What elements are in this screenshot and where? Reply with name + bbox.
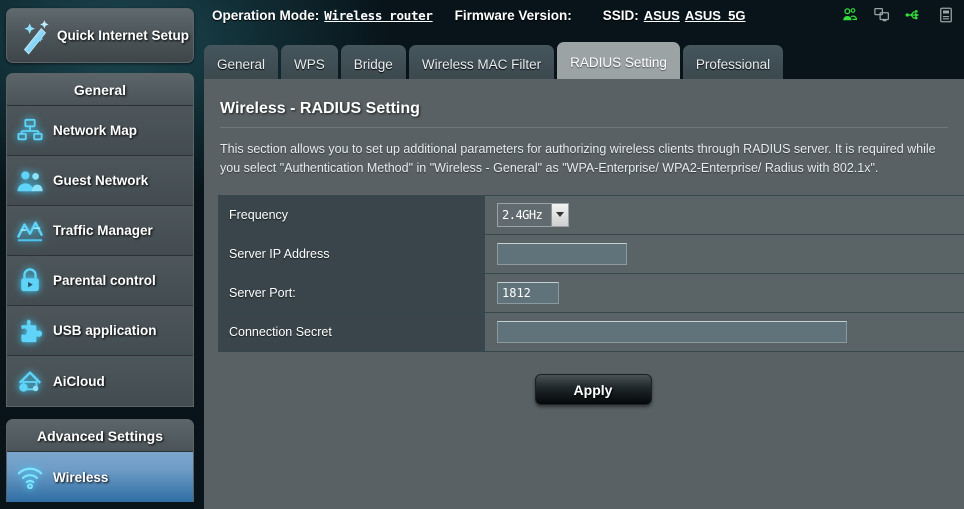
sidebar-item-guest-network[interactable]: Guest Network bbox=[7, 156, 193, 206]
aicloud-icon bbox=[7, 368, 53, 394]
sidebar-item-aicloud[interactable]: AiCloud bbox=[7, 356, 193, 406]
frequency-value-cell: 2.4GHz bbox=[484, 194, 964, 235]
usb-application-icon bbox=[7, 317, 53, 344]
sidebar: Quick Internet Setup General Network Map bbox=[0, 0, 200, 509]
table-row-connection-secret: Connection Secret bbox=[218, 311, 964, 352]
firmware-version-group: Firmware Version: bbox=[455, 8, 577, 23]
ssid-label: SSID: bbox=[602, 7, 639, 23]
table-row-server-port: Server Port: bbox=[218, 272, 964, 313]
sidebar-item-label: Traffic Manager bbox=[53, 223, 153, 238]
operation-mode-label: Operation Mode: bbox=[212, 7, 320, 23]
sidebar-item-label: Wireless bbox=[53, 469, 109, 485]
sidebar-item-traffic-manager[interactable]: Traffic Manager bbox=[7, 206, 193, 256]
wireless-icon bbox=[7, 465, 53, 489]
sidebar-item-label: Guest Network bbox=[53, 173, 149, 188]
traffic-manager-icon bbox=[7, 219, 53, 243]
section-description: This section allows you to set up additi… bbox=[220, 142, 936, 176]
sidebar-advanced-header: Advanced Settings bbox=[7, 420, 193, 452]
sidebar-item-label: Parental control bbox=[53, 273, 156, 288]
sidebar-item-label: Network Map bbox=[53, 123, 138, 138]
parental-control-icon bbox=[7, 267, 53, 294]
clients-icon[interactable] bbox=[840, 6, 860, 24]
sidebar-advanced-section: Advanced Settings Wireless bbox=[6, 419, 194, 502]
sidebar-item-usb-application[interactable]: USB application bbox=[7, 306, 193, 356]
tab-professional[interactable]: Professional bbox=[682, 45, 784, 83]
server-port-label: Server Port: bbox=[218, 272, 485, 313]
sidebar-item-network-map[interactable]: Network Map bbox=[7, 106, 193, 156]
ssid-group: SSID: ASUS ASUS_5G bbox=[603, 8, 746, 23]
server-ip-value-cell bbox=[484, 233, 964, 274]
apply-button-row: Apply bbox=[218, 373, 964, 405]
page-title: Wireless - RADIUS Setting bbox=[220, 100, 420, 117]
table-row-frequency: Frequency 2.4GHz bbox=[218, 194, 964, 235]
quick-internet-setup-label: Quick Internet Setup bbox=[57, 27, 190, 43]
sidebar-general-header: General bbox=[7, 74, 193, 106]
operation-mode-group: Operation Mode: Wireless router bbox=[212, 8, 433, 23]
apply-button[interactable]: Apply bbox=[534, 373, 652, 405]
network-map-icon bbox=[7, 118, 53, 144]
sidebar-item-label: AiCloud bbox=[53, 373, 105, 389]
radius-settings-table: Frequency 2.4GHz Server IP Address Serve… bbox=[218, 194, 964, 352]
tab-wireless-mac-filter[interactable]: Wireless MAC Filter bbox=[408, 45, 555, 83]
printer-icon[interactable] bbox=[936, 6, 956, 24]
tab-wps[interactable]: WPS bbox=[281, 45, 338, 83]
server-ip-input[interactable] bbox=[497, 242, 627, 265]
quick-internet-setup-button[interactable]: Quick Internet Setup bbox=[6, 8, 194, 63]
tab-bar: General WPS Bridge Wireless MAC Filter R… bbox=[204, 38, 784, 83]
ssid-secondary-value[interactable]: ASUS_5G bbox=[685, 8, 746, 23]
operation-mode-value[interactable]: Wireless router bbox=[324, 8, 433, 23]
frequency-label: Frequency bbox=[218, 194, 485, 235]
top-icon-tray bbox=[840, 6, 964, 24]
sidebar-item-label: USB application bbox=[53, 323, 157, 338]
title-divider bbox=[220, 127, 948, 128]
magic-wand-icon bbox=[23, 19, 49, 54]
connection-secret-value-cell bbox=[484, 311, 964, 352]
top-status-bar: Operation Mode: Wireless router Firmware… bbox=[204, 0, 964, 30]
server-port-input[interactable] bbox=[497, 281, 559, 304]
server-port-value-cell bbox=[484, 272, 964, 313]
usb-icon[interactable] bbox=[904, 6, 924, 24]
sidebar-item-parental-control[interactable]: Parental control bbox=[7, 256, 193, 306]
active-item-arrow-icon bbox=[193, 452, 194, 502]
sidebar-item-wireless[interactable]: Wireless bbox=[7, 452, 193, 502]
network-devices-icon[interactable] bbox=[872, 6, 892, 24]
tab-radius-setting[interactable]: RADIUS Setting bbox=[557, 42, 680, 83]
chevron-down-icon[interactable] bbox=[551, 203, 568, 226]
table-row-server-ip: Server IP Address bbox=[218, 233, 964, 274]
ssid-primary-value[interactable]: ASUS bbox=[644, 8, 680, 23]
connection-secret-input[interactable] bbox=[497, 320, 847, 343]
content-panel: Wireless - RADIUS Setting This section a… bbox=[204, 79, 964, 509]
frequency-selected-value: 2.4GHz bbox=[502, 207, 543, 222]
frequency-select[interactable]: 2.4GHz bbox=[497, 202, 569, 227]
connection-secret-label: Connection Secret bbox=[218, 311, 485, 352]
guest-network-icon bbox=[7, 168, 53, 194]
firmware-version-label: Firmware Version: bbox=[454, 7, 572, 23]
server-ip-label: Server IP Address bbox=[218, 233, 485, 274]
tab-bridge[interactable]: Bridge bbox=[340, 45, 406, 83]
tab-general[interactable]: General bbox=[204, 45, 279, 83]
sidebar-general-section: General Network Map Guest Network Traffi… bbox=[6, 73, 194, 407]
